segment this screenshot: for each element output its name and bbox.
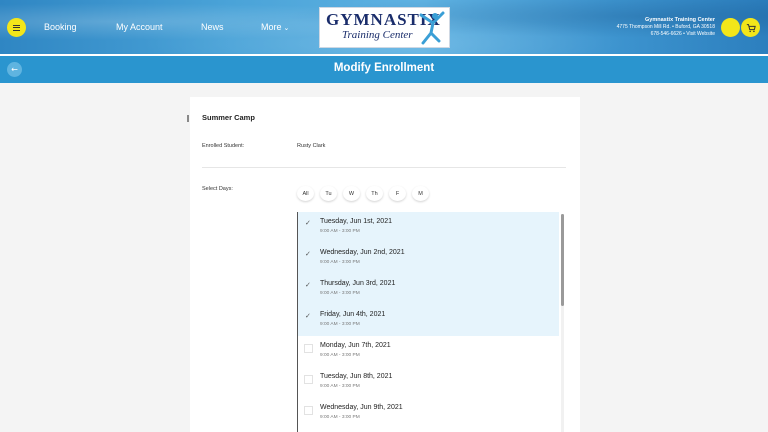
menu-icon — [13, 24, 20, 31]
date-row[interactable]: ✓ Friday, Jun 4th, 2021 9:00 AM - 3:00 PM — [298, 305, 559, 336]
check-icon[interactable]: ✓ — [305, 312, 311, 320]
business-address: 4775 Thompson Mill Rd. • Buford, GA 3051… — [616, 24, 715, 30]
check-icon[interactable]: ✓ — [305, 219, 311, 227]
camp-title: Summer Camp — [202, 113, 255, 122]
time-label: 9:00 AM - 3:00 PM — [320, 260, 360, 265]
business-name: Gymnastix Training Center — [645, 17, 715, 23]
scrollbar-thumb[interactable] — [561, 214, 564, 306]
checkbox[interactable] — [304, 406, 313, 415]
date-label: Monday, Jun 7th, 2021 — [320, 342, 391, 349]
time-label: 9:00 AM - 3:00 PM — [320, 322, 360, 327]
date-list[interactable]: ✓ Tuesday, Jun 1st, 2021 9:00 AM - 3:00 PM… — [297, 212, 559, 432]
date-label: Friday, Jun 4th, 2021 — [320, 311, 386, 318]
date-label: Wednesday, Jun 9th, 2021 — [320, 404, 403, 411]
nav-booking[interactable]: Booking — [44, 22, 77, 32]
date-label: Tuesday, Jun 8th, 2021 — [320, 373, 393, 380]
check-icon[interactable]: ✓ — [305, 250, 311, 258]
nav-my-account[interactable]: My Account — [116, 22, 163, 32]
cart-button[interactable] — [741, 18, 760, 37]
select-days-label: Select Days: — [202, 186, 233, 192]
enrolled-student-label: Enrolled Student: — [202, 143, 245, 149]
time-label: 9:00 AM - 3:00 PM — [320, 384, 360, 389]
gymnast-icon — [419, 11, 445, 45]
logo-subtitle: Training Center — [342, 29, 413, 41]
checkbox[interactable] — [304, 344, 313, 353]
nav-more[interactable]: More ⌄ — [261, 22, 289, 32]
day-filter-tu[interactable]: Tu — [320, 186, 337, 201]
nav-news[interactable]: News — [201, 22, 224, 32]
enrolled-student-value: Rusty Clark — [297, 143, 326, 149]
day-filter-all[interactable]: All — [297, 186, 314, 201]
day-filter-m[interactable]: M — [412, 186, 429, 201]
time-label: 9:00 AM - 3:00 PM — [320, 353, 360, 358]
nav-more-label: More — [261, 22, 282, 32]
logo[interactable]: GYMNASTIX Training Center — [319, 7, 450, 48]
cart-icon — [746, 23, 756, 32]
text-cursor-icon — [187, 115, 189, 122]
time-label: 9:00 AM - 3:00 PM — [320, 415, 360, 420]
chevron-down-icon: ⌄ — [283, 25, 290, 32]
checkbox[interactable] — [304, 375, 313, 384]
day-filter-th[interactable]: Th — [366, 186, 383, 201]
section-divider — [202, 167, 566, 168]
date-label: Tuesday, Jun 1st, 2021 — [320, 218, 392, 225]
page-title: Modify Enrollment — [333, 62, 435, 74]
date-label: Wednesday, Jun 2nd, 2021 — [320, 249, 405, 256]
account-button[interactable] — [721, 18, 740, 37]
check-icon[interactable]: ✓ — [305, 281, 311, 289]
business-contact[interactable]: 678-546-6626 • Visit Website — [617, 31, 715, 38]
date-row[interactable]: Tuesday, Jun 8th, 2021 9:00 AM - 3:00 PM — [298, 367, 559, 398]
time-label: 9:00 AM - 3:00 PM — [320, 291, 360, 296]
menu-button[interactable] — [7, 18, 26, 37]
date-row[interactable]: Monday, Jun 7th, 2021 9:00 AM - 3:00 PM — [298, 336, 559, 367]
date-row[interactable]: ✓ Wednesday, Jun 2nd, 2021 9:00 AM - 3:00 … — [298, 243, 559, 274]
date-label: Thursday, Jun 3rd, 2021 — [320, 280, 396, 287]
day-filter-w[interactable]: W — [343, 186, 360, 201]
date-row[interactable]: Wednesday, Jun 9th, 2021 9:00 AM - 3:00 P… — [298, 398, 559, 429]
time-label: 9:00 AM - 3:00 PM — [320, 229, 360, 234]
day-filter-f[interactable]: F — [389, 186, 406, 201]
date-row[interactable]: ✓ Thursday, Jun 3rd, 2021 9:00 AM - 3:00 P… — [298, 274, 559, 305]
business-info: Gymnastix Training Center 4775 Thompson … — [617, 17, 715, 38]
date-row[interactable]: ✓ Tuesday, Jun 1st, 2021 9:00 AM - 3:00 PM — [298, 212, 559, 243]
